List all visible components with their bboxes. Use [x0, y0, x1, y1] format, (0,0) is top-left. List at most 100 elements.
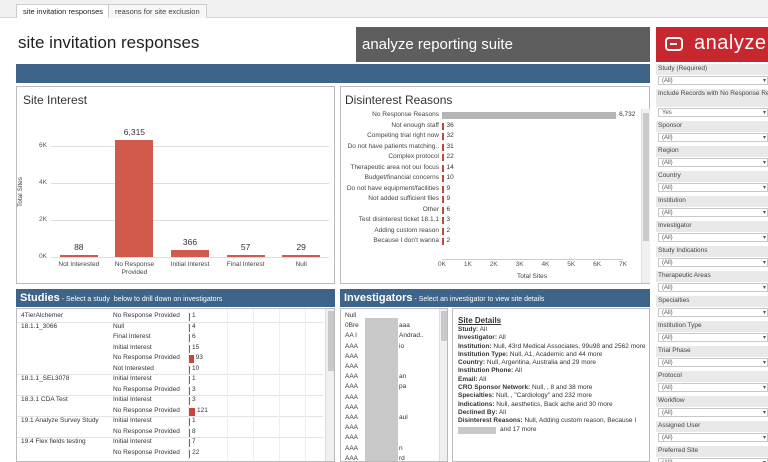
scroll-thumb[interactable]: [441, 311, 447, 341]
studies-scrollbar[interactable]: [325, 309, 334, 461]
site-detail-line: Institution Type: Null, A1, Academic and…: [458, 351, 648, 359]
site-detail-line: Declined By: All: [458, 409, 648, 417]
bar-value-label: 6,315: [123, 126, 146, 137]
tab-reasons-for-site-exclusion[interactable]: reasons for site exclusion: [108, 4, 207, 18]
detail-value: Null, 43rd Medical Associates, 99u98 and…: [491, 342, 646, 350]
category-label: Competing trial right now: [367, 132, 439, 139]
filter-dropdown[interactable]: (All)▾: [658, 383, 768, 392]
count-bar: [189, 365, 190, 374]
filter-dropdown[interactable]: (All)▾: [658, 333, 768, 342]
x-axis-line: [442, 259, 623, 260]
table-row[interactable]: Final Interest 6: [17, 333, 323, 344]
category-label: Other: [422, 205, 439, 213]
filter-dropdown[interactable]: (All)▾: [658, 158, 768, 167]
investigators-table: Null 0Bre aaa AA I Andrad.. AAA io AAA AAA AAA an A…: [340, 308, 448, 462]
bar[interactable]: [442, 238, 444, 245]
filter-value: (All): [662, 160, 673, 166]
bar[interactable]: [442, 217, 444, 224]
bar[interactable]: [442, 112, 617, 119]
filter-dropdown[interactable]: (All)▾: [658, 308, 768, 317]
investigator-first: AAA: [345, 424, 359, 432]
filter-value: (All): [662, 285, 673, 291]
redacted-text: [458, 426, 496, 434]
bar[interactable]: [115, 139, 154, 257]
detail-value: All: [497, 334, 506, 342]
table-row[interactable]: 18.1.1_SEL3078 Initial Interest 1: [17, 375, 323, 386]
table-row[interactable]: 19.1 Analyze Survey Study Initial Interes…: [17, 417, 323, 428]
studies-table: 4TierAlchemer No Response Provided 1 18.1.1…: [16, 308, 335, 462]
table-row[interactable]: No Response Provided 93: [17, 354, 323, 365]
site-interest-panel: Site Interest Total Sites 6K 4K 2K 0K 88 Not …: [16, 86, 335, 284]
bar-value-label: 31: [446, 142, 454, 150]
filter-dropdown[interactable]: (All)▾: [658, 183, 768, 192]
filter-label: Institution: [656, 196, 768, 207]
scroll-thumb[interactable]: [328, 311, 334, 371]
bar[interactable]: [282, 255, 321, 257]
filter-label: Assigned User: [656, 421, 768, 432]
table-row[interactable]: 18.1.1_3066 Null 4: [17, 323, 323, 334]
count-value: 1: [192, 312, 196, 319]
chevron-down-icon: ▾: [762, 78, 766, 84]
table-row[interactable]: 19.4 Flex fields testing Initial Interest…: [17, 438, 323, 449]
bar[interactable]: [59, 255, 98, 257]
response-type: No Response Provided: [113, 427, 180, 435]
bar[interactable]: [171, 250, 209, 257]
filter-dropdown[interactable]: (All)▾: [658, 76, 768, 85]
bar[interactable]: [442, 206, 444, 214]
count-bar: [189, 344, 190, 353]
filter-dropdown[interactable]: Yes ▾: [658, 108, 768, 117]
filter-label: Investigator: [656, 221, 768, 232]
detail-value: Null, Argentina, Australia and 29 more: [485, 359, 597, 367]
filter-value: (All): [662, 360, 673, 366]
category-label: Not enough staff: [391, 121, 439, 129]
filter-dropdown[interactable]: (All)▾: [658, 408, 768, 417]
chevron-down-icon: ▾: [762, 410, 766, 416]
gridline: [51, 219, 329, 221]
response-type: Null: [113, 322, 125, 330]
count-bar: [189, 386, 190, 395]
filter-dropdown[interactable]: (All)▾: [658, 283, 768, 292]
investigators-header: Investigators - Select an investigator t…: [340, 289, 650, 307]
filter-dropdown[interactable]: (All)▾: [658, 358, 768, 367]
bar-value-label: 57: [240, 242, 251, 252]
scroll-thumb[interactable]: [643, 113, 649, 241]
bar[interactable]: [442, 227, 444, 235]
tab-site-invitation-responses[interactable]: site invitation responses: [16, 4, 111, 18]
bar[interactable]: [442, 164, 444, 172]
bar[interactable]: [442, 122, 444, 130]
table-row[interactable]: 18.3.1 CDA Test Initial Interest 3: [17, 396, 323, 407]
bar[interactable]: [442, 154, 444, 161]
filter-label: Preferred Site: [656, 446, 768, 457]
bar[interactable]: [442, 175, 444, 182]
bar[interactable]: [226, 255, 265, 257]
investigators-scrollbar[interactable]: [439, 309, 447, 461]
filter-dropdown[interactable]: (All)▾: [658, 208, 768, 217]
detail-label: Country:: [458, 359, 486, 367]
investigator-first: AAA: [345, 342, 359, 350]
bar[interactable]: [442, 196, 444, 203]
filter-dropdown[interactable]: (All)▾: [658, 258, 768, 267]
filter-label: Sponsor: [656, 121, 768, 132]
bar-value-label: 36: [446, 121, 454, 129]
table-row[interactable]: No Response Provided 22: [17, 449, 323, 460]
gridline: [51, 145, 329, 147]
category-label: Not added sufficient files: [368, 195, 439, 202]
bar[interactable]: [442, 133, 444, 140]
bar-value-label: 22: [446, 153, 454, 160]
bar[interactable]: [442, 143, 444, 151]
count-bar: [189, 313, 190, 321]
x-tick-label: 6K: [593, 261, 602, 268]
table-row[interactable]: Initial Interest 15: [17, 344, 323, 355]
bar[interactable]: [442, 185, 444, 193]
count-value: 1: [192, 417, 196, 424]
disinterest-scrollbar[interactable]: [641, 109, 650, 283]
filter-value: Yes: [662, 110, 672, 116]
filter-dropdown[interactable]: (All)▾: [658, 433, 768, 442]
row-divider: [17, 395, 323, 396]
filter-dropdown[interactable]: (All)▾: [658, 233, 768, 242]
investigator-first: AAA: [345, 454, 359, 462]
filter-dropdown[interactable]: (All)▾: [658, 133, 768, 142]
category-label: Complex protocol: [388, 153, 439, 160]
brand-logo: analyze: [656, 27, 768, 62]
filter-dropdown[interactable]: (All)▾: [658, 458, 768, 462]
